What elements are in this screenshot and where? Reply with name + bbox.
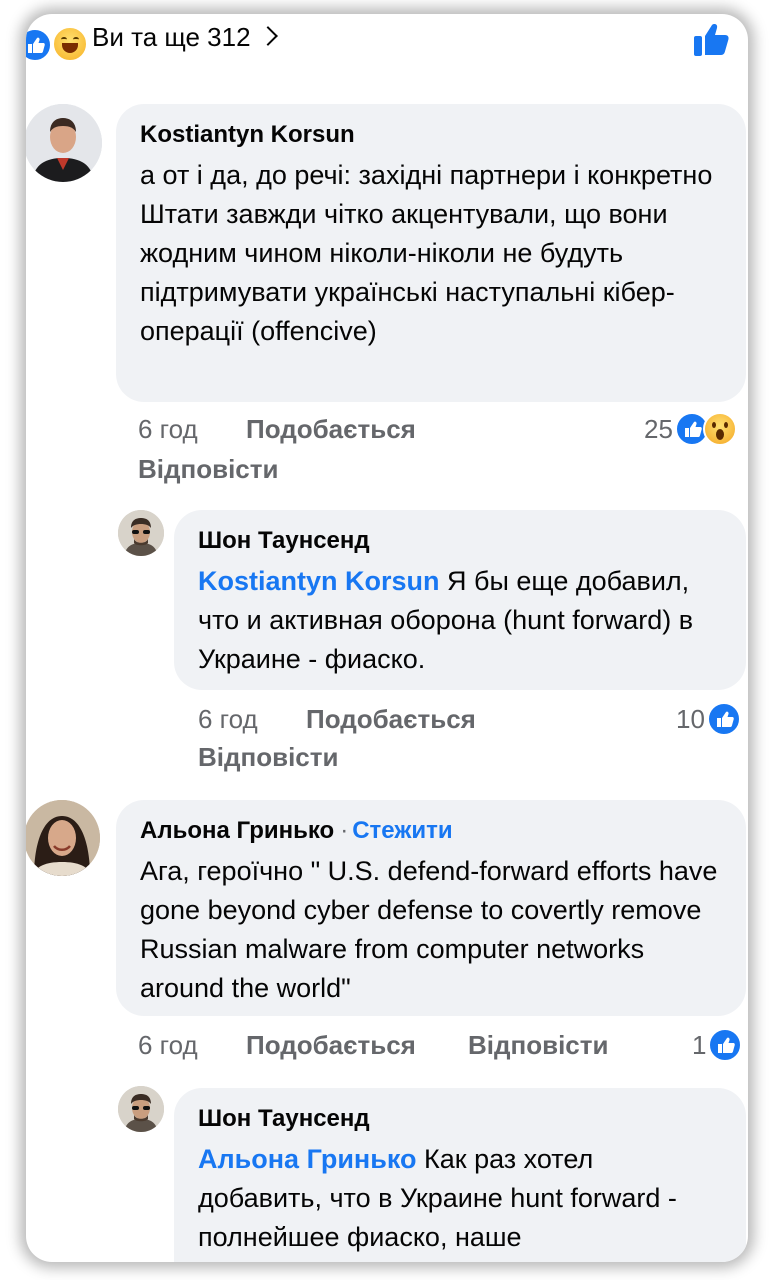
like-icon: [708, 1028, 743, 1062]
follow-button[interactable]: Стежити: [352, 817, 452, 844]
comment-bubble: Шон Таунсенд Kostiantyn Korsun Я бы еще …: [174, 510, 746, 690]
like-label: Подобається: [306, 704, 476, 734]
reply-button[interactable]: Відповісти: [138, 454, 278, 485]
reaction-count-number: 1: [692, 1029, 707, 1060]
like-icon: [706, 702, 741, 736]
like-icon: [26, 28, 52, 62]
reaction-count[interactable]: 10: [676, 702, 741, 736]
like-button[interactable]: Подобається: [306, 704, 476, 735]
comment-bubble: Альона Гринько · Стежити Ага, героїчно " U…: [116, 800, 746, 1016]
reaction-icons[interactable]: [26, 26, 96, 62]
comments-screen: Ви та ще 312 Kostiantyn Korsun а от і да…: [26, 14, 748, 1262]
comment-time[interactable]: 6 год: [198, 704, 258, 735]
reaction-count-number: 10: [676, 703, 705, 734]
comment-author[interactable]: Альона Гринько: [140, 817, 334, 844]
comment-text: а от і да, до речі: західні партнери і к…: [140, 160, 713, 346]
avatar-shon-taunsend[interactable]: [118, 1086, 164, 1132]
avatar-kostiantyn-korsun[interactable]: [26, 104, 102, 182]
comment-bubble: Шон Таунсенд Альона Гринько Как раз хоте…: [174, 1088, 746, 1262]
like-button-icon[interactable]: [692, 22, 732, 58]
reply-button[interactable]: Відповісти: [468, 1030, 608, 1061]
reactions-summary[interactable]: Ви та ще 312: [92, 22, 278, 53]
mention-link[interactable]: Kostiantyn Korsun: [198, 566, 440, 596]
like-label: Подобається: [246, 414, 416, 444]
reply-button[interactable]: Відповісти: [198, 742, 338, 773]
wow-icon: [702, 412, 737, 446]
comment-time[interactable]: 6 год: [138, 414, 198, 445]
like-button[interactable]: Подобається: [246, 414, 416, 445]
haha-icon: [52, 26, 88, 62]
comment-author[interactable]: Kostiantyn Korsun: [140, 120, 722, 150]
comment-author[interactable]: Шон Таунсенд: [198, 526, 722, 556]
comment-text: Ага, героїчно " U.S. defend-forward effo…: [140, 856, 718, 1003]
reaction-count-number: 25: [644, 413, 673, 444]
avatar-alona-hrynko[interactable]: [26, 800, 100, 876]
reply-label: Відповісти: [198, 742, 339, 772]
like-label: Подобається: [246, 1030, 416, 1060]
comment-bubble: Kostiantyn Korsun а от і да, до речі: за…: [116, 104, 746, 402]
chevron-right-icon: [257, 26, 278, 46]
reactions-summary-text: Ви та ще 312: [92, 22, 251, 52]
mention-link[interactable]: Альона Гринько: [198, 1144, 417, 1174]
avatar-shon-taunsend[interactable]: [118, 510, 164, 556]
reaction-count[interactable]: 1: [692, 1028, 743, 1062]
reaction-count[interactable]: 25: [644, 412, 737, 446]
reply-label: Відповісти: [138, 454, 279, 484]
like-button[interactable]: Подобається: [246, 1030, 416, 1061]
comment-time[interactable]: 6 год: [138, 1030, 198, 1061]
comment-author[interactable]: Шон Таунсенд: [198, 1104, 722, 1134]
separator-dot: ·: [340, 817, 349, 844]
reply-label: Відповісти: [468, 1030, 609, 1060]
